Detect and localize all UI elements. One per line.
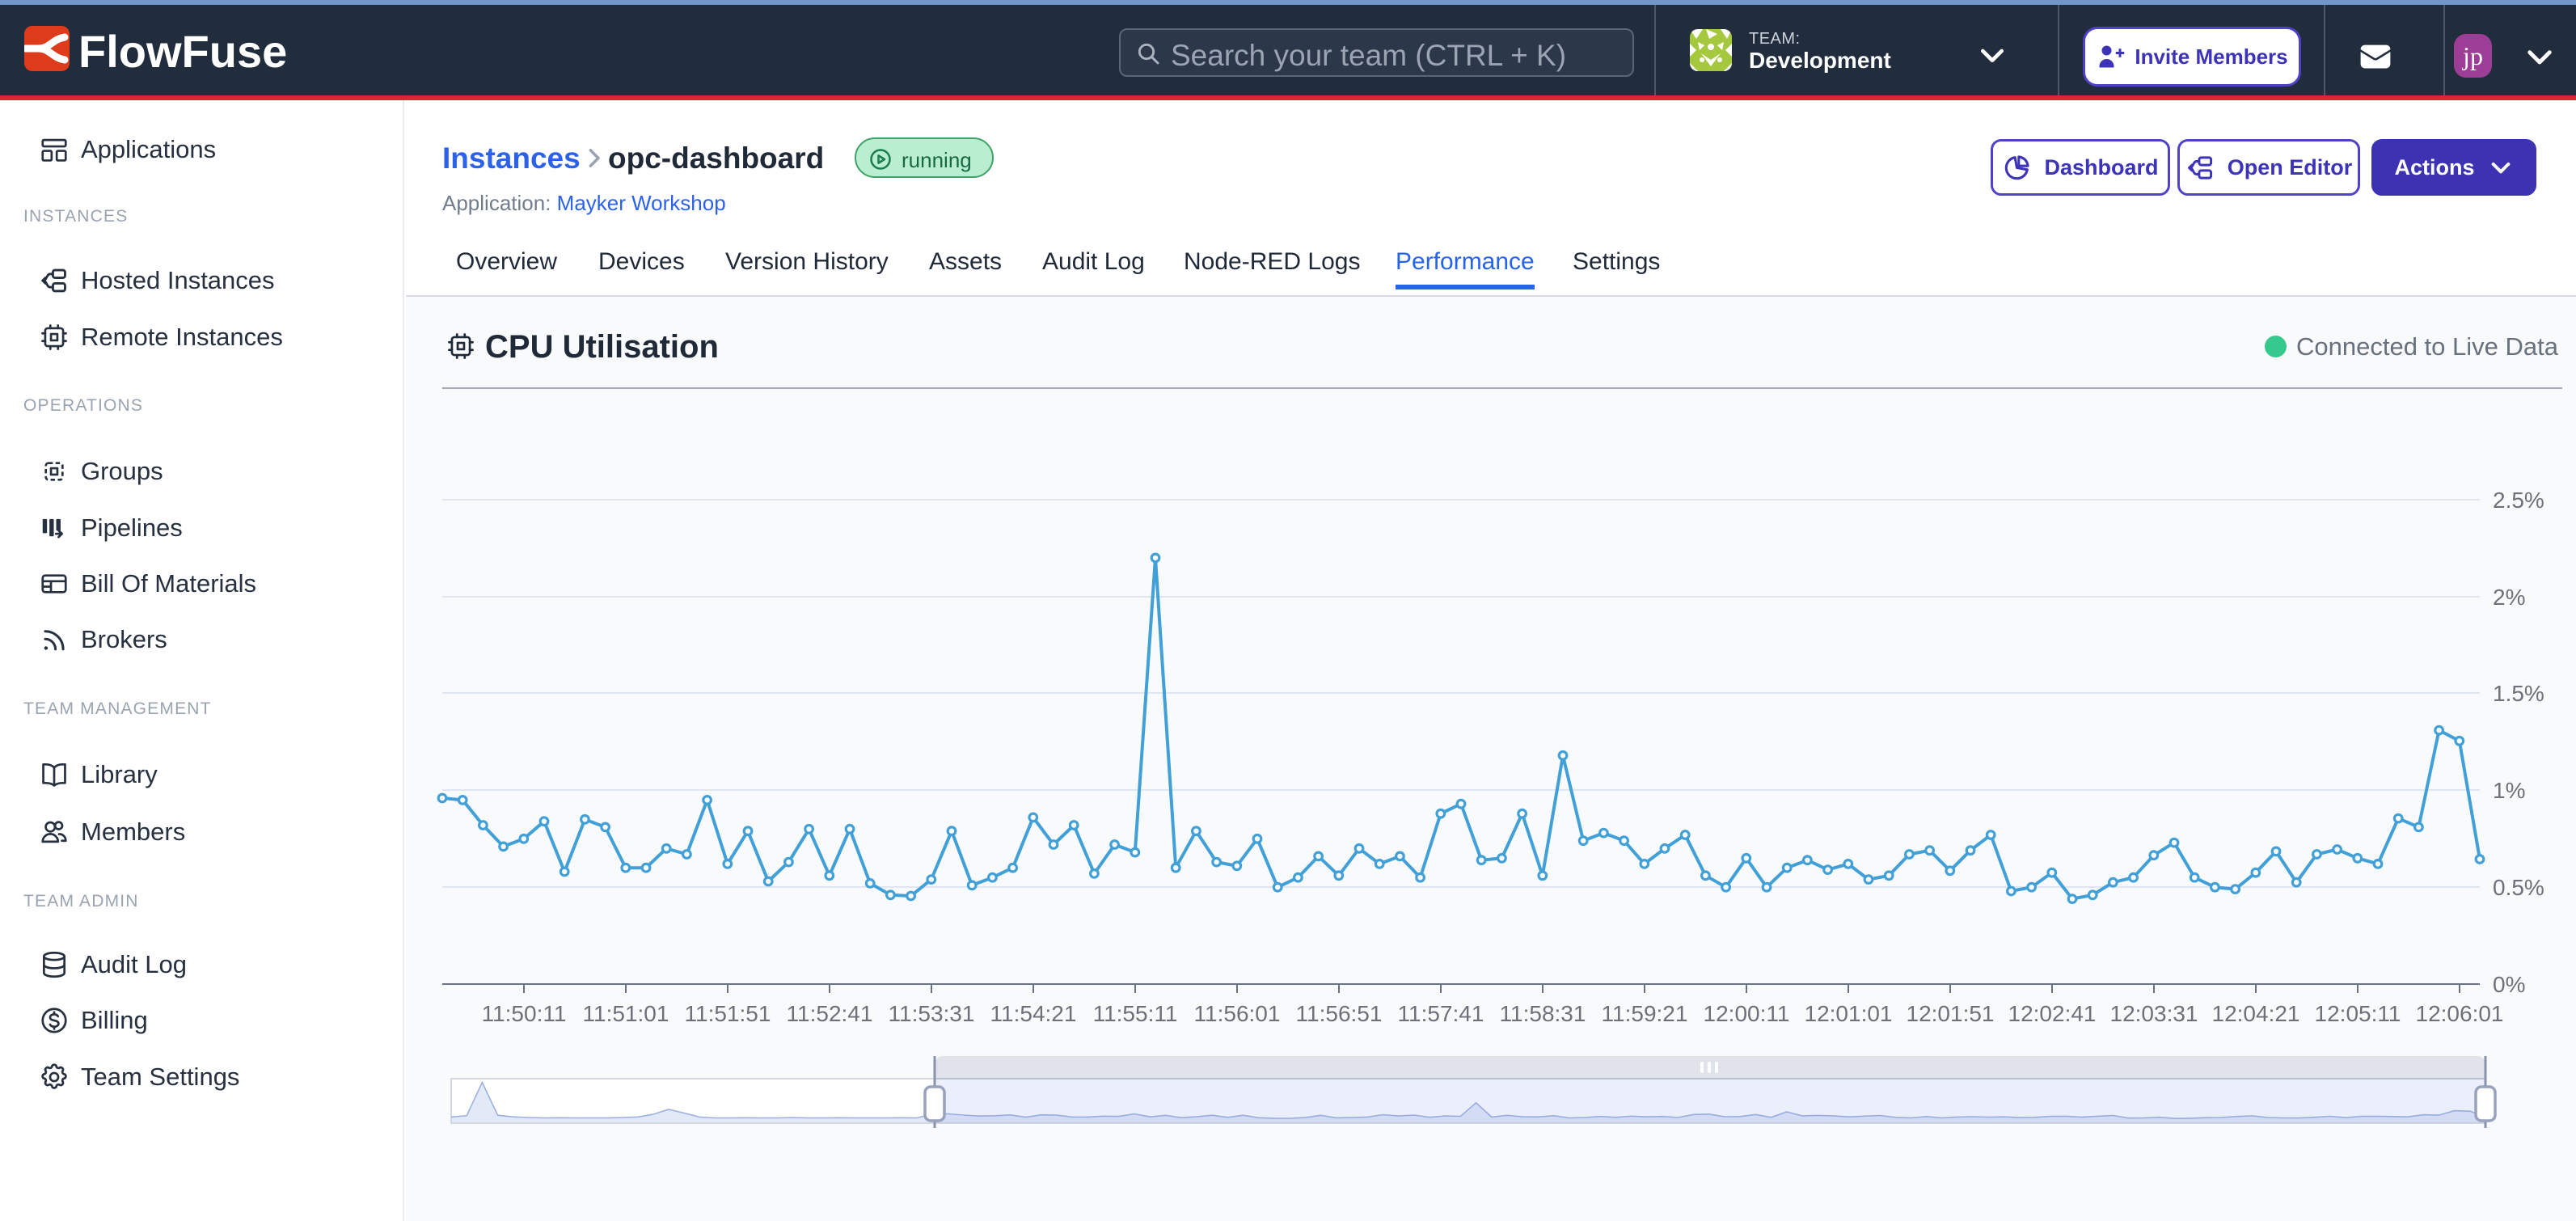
svg-text:12:04:21: 12:04:21 bbox=[2212, 1001, 2300, 1026]
svg-text:11:56:51: 11:56:51 bbox=[1296, 1001, 1383, 1026]
svg-text:12:01:01: 12:01:01 bbox=[1805, 1001, 1893, 1026]
svg-text:12:00:11: 12:00:11 bbox=[1704, 1001, 1790, 1026]
svg-text:11:52:41: 11:52:41 bbox=[787, 1001, 873, 1026]
svg-text:11:51:01: 11:51:01 bbox=[583, 1001, 669, 1026]
svg-text:11:55:11: 11:55:11 bbox=[1093, 1001, 1178, 1026]
svg-text:1%: 1% bbox=[2493, 778, 2525, 803]
svg-text:2.5%: 2.5% bbox=[2493, 488, 2544, 513]
svg-text:1.5%: 1.5% bbox=[2493, 681, 2544, 706]
svg-text:12:02:41: 12:02:41 bbox=[2008, 1001, 2097, 1026]
svg-text:11:59:21: 11:59:21 bbox=[1602, 1001, 1688, 1026]
svg-text:11:54:21: 11:54:21 bbox=[990, 1001, 1077, 1026]
svg-text:12:05:11: 12:05:11 bbox=[2315, 1001, 2401, 1026]
svg-text:2%: 2% bbox=[2493, 585, 2525, 610]
svg-text:11:56:01: 11:56:01 bbox=[1194, 1001, 1281, 1026]
svg-text:11:53:31: 11:53:31 bbox=[889, 1001, 975, 1026]
svg-text:12:06:01: 12:06:01 bbox=[2416, 1001, 2504, 1026]
svg-text:0.5%: 0.5% bbox=[2493, 875, 2544, 900]
svg-text:12:01:51: 12:01:51 bbox=[1907, 1001, 1995, 1026]
svg-text:11:58:31: 11:58:31 bbox=[1500, 1001, 1586, 1026]
svg-text:0%: 0% bbox=[2493, 972, 2525, 997]
svg-text:11:50:11: 11:50:11 bbox=[482, 1001, 567, 1026]
svg-text:11:57:41: 11:57:41 bbox=[1398, 1001, 1484, 1026]
svg-text:12:03:31: 12:03:31 bbox=[2110, 1001, 2198, 1026]
svg-text:11:51:51: 11:51:51 bbox=[685, 1001, 771, 1026]
